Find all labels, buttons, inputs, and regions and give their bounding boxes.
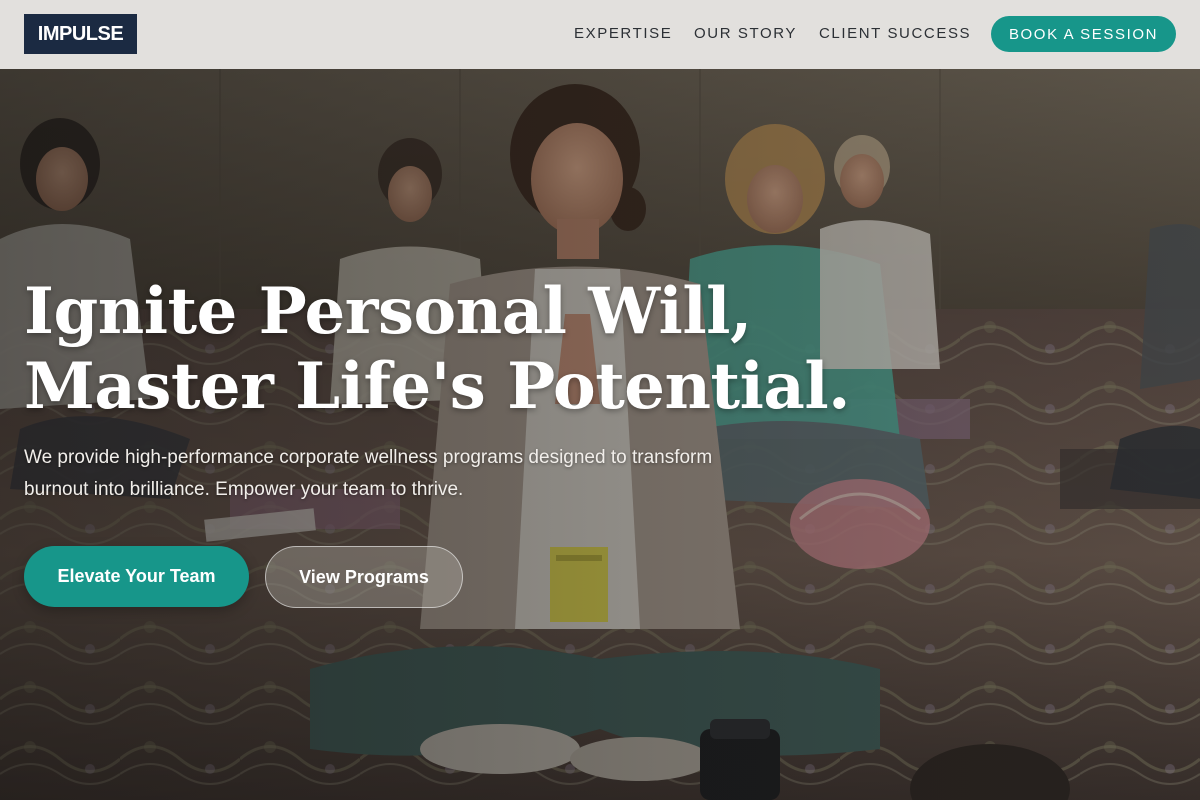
hero-headline-line-1: Ignite Personal Will,: [24, 274, 752, 349]
hero-subtext: We provide high-performance corporate we…: [24, 447, 713, 500]
view-programs-button[interactable]: View Programs: [265, 546, 463, 608]
nav-link-expertise[interactable]: EXPERTISE: [574, 25, 672, 42]
nav-link-client-success[interactable]: CLIENT SUCCESS: [819, 25, 971, 42]
hero-dark-overlay: [0, 69, 1200, 800]
site-header: IMPULSE EXPERTISE OUR STORY CLIENT SUCCE…: [0, 0, 1200, 69]
elevate-team-button[interactable]: Elevate Your Team: [24, 546, 249, 607]
hero-headline-line-2: Master Life's Potential.: [24, 349, 850, 424]
hero-section: Ignite Personal Will, Master Life's Pote…: [0, 69, 1200, 800]
hero-headline: Ignite Personal Will, Master Life's Pote…: [24, 274, 850, 424]
brand-logo[interactable]: IMPULSE: [24, 14, 137, 54]
landing-page: IMPULSE EXPERTISE OUR STORY CLIENT SUCCE…: [0, 0, 1200, 800]
nav-link-our-story[interactable]: OUR STORY: [694, 25, 797, 42]
book-session-button[interactable]: BOOK A SESSION: [991, 16, 1176, 52]
